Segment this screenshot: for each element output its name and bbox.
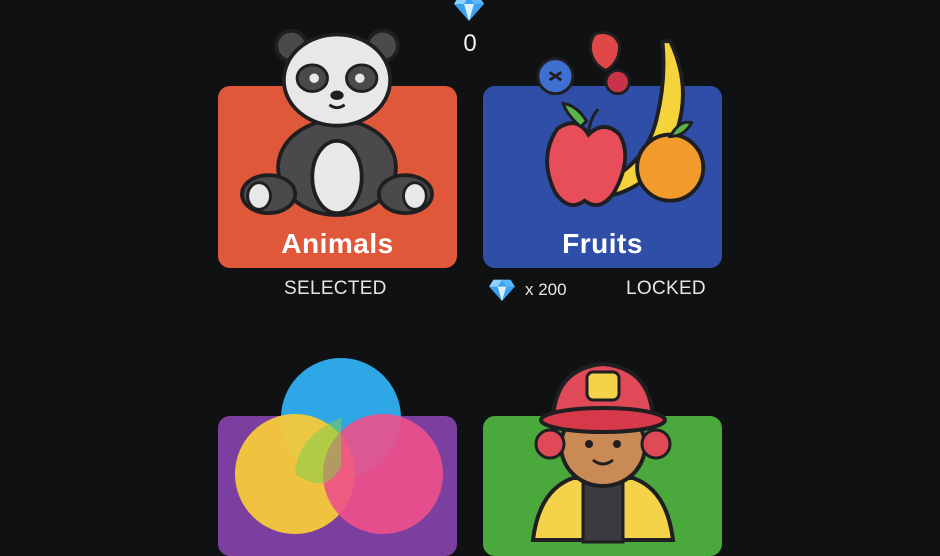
panda-icon xyxy=(240,28,434,217)
firefighter-icon xyxy=(530,361,676,544)
fruits-icon xyxy=(536,31,706,208)
status-label-fruits: LOCKED xyxy=(626,278,706,299)
color-circles-icon xyxy=(235,358,443,534)
category-title: Animals xyxy=(281,228,394,259)
price-value: x 200 xyxy=(525,280,567,299)
gem-count: 0 xyxy=(463,30,477,57)
category-card-colors[interactable] xyxy=(218,358,457,556)
gem-counter: 0 xyxy=(0,0,940,70)
category-card-fruits[interactable]: Fruits xyxy=(483,31,722,268)
category-card-animals[interactable]: Animals xyxy=(218,28,457,268)
status-label-animals: SELECTED xyxy=(284,278,387,299)
category-card-occupations[interactable] xyxy=(483,361,722,556)
diamond-icon xyxy=(454,0,484,21)
diamond-icon xyxy=(489,279,515,302)
category-title: Fruits xyxy=(562,228,643,259)
price-label-fruits: x 200 xyxy=(487,278,567,302)
